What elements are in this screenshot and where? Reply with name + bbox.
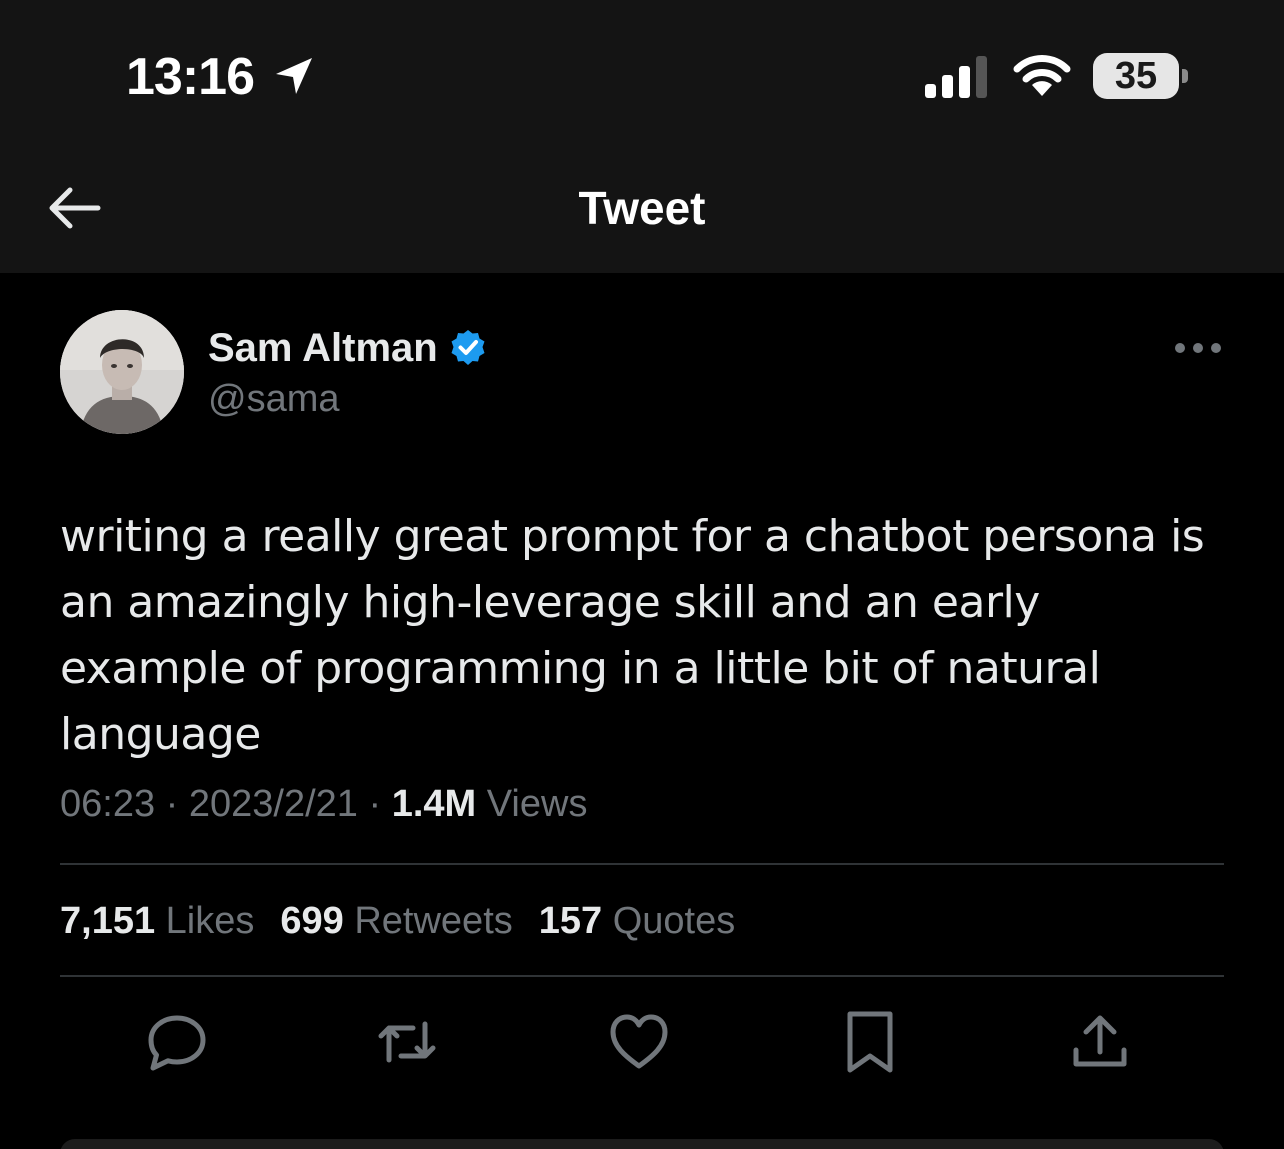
location-arrow-icon bbox=[276, 58, 312, 94]
avatar-photo bbox=[60, 310, 184, 434]
bookmark-button[interactable] bbox=[838, 1010, 902, 1074]
status-time: 13:16 bbox=[126, 48, 255, 106]
tweet-screen: 13:16 35 Tweet Sam Altman @sama writing … bbox=[0, 0, 1284, 1149]
retweet-button[interactable] bbox=[375, 1010, 439, 1074]
battery-icon: 35 bbox=[1093, 53, 1179, 99]
more-options-button[interactable] bbox=[1170, 330, 1226, 366]
meta-separator: · bbox=[368, 783, 382, 825]
quotes-stat[interactable]: 157 Quotes bbox=[539, 895, 736, 947]
avatar[interactable] bbox=[60, 310, 184, 434]
nav-header: Tweet bbox=[0, 145, 1284, 273]
like-icon bbox=[610, 1014, 668, 1069]
like-button[interactable] bbox=[607, 1010, 671, 1074]
tweet-time: 06:23 bbox=[60, 783, 156, 825]
likes-label: Likes bbox=[165, 900, 255, 942]
likes-count: 7,151 bbox=[60, 900, 156, 942]
page-title: Tweet bbox=[578, 182, 706, 234]
tweet-stats: 7,151 Likes 699 Retweets 157 Quotes bbox=[60, 895, 761, 947]
battery-nub bbox=[1182, 69, 1188, 83]
divider bbox=[60, 863, 1224, 865]
share-button[interactable] bbox=[1068, 1010, 1132, 1074]
reply-icon bbox=[148, 1015, 206, 1071]
tweet-timestamp-line: 06:23 · 2023/2/21 · 1.4M Views bbox=[60, 778, 587, 830]
bottom-sheet-edge bbox=[60, 1139, 1224, 1149]
views-label: Views bbox=[486, 783, 588, 825]
likes-stat[interactable]: 7,151 Likes bbox=[60, 895, 254, 947]
tweet-text: writing a really great prompt for a chat… bbox=[60, 511, 1205, 760]
author-handle[interactable]: @sama bbox=[208, 374, 340, 424]
battery-level: 35 bbox=[1114, 55, 1158, 97]
retweet-icon bbox=[378, 1021, 436, 1063]
retweets-count: 699 bbox=[280, 900, 344, 942]
wifi-icon bbox=[1013, 55, 1071, 96]
status-bar: 13:16 35 bbox=[0, 0, 1284, 145]
verified-badge-icon bbox=[451, 330, 485, 365]
quotes-label: Quotes bbox=[612, 900, 736, 942]
quotes-count: 157 bbox=[538, 900, 603, 942]
bookmark-icon bbox=[847, 1011, 893, 1073]
reply-button[interactable] bbox=[145, 1010, 209, 1074]
author-name[interactable]: Sam Altman bbox=[208, 320, 438, 376]
retweets-label: Retweets bbox=[354, 900, 513, 942]
signal-icon bbox=[925, 56, 987, 98]
retweets-stat[interactable]: 699 Retweets bbox=[280, 895, 512, 947]
divider bbox=[60, 975, 1224, 977]
share-icon bbox=[1073, 1015, 1127, 1067]
views-count: 1.4M bbox=[391, 783, 477, 825]
tweet-date: 2023/2/21 bbox=[188, 783, 358, 825]
author-name-row: Sam Altman bbox=[208, 320, 488, 376]
meta-separator: · bbox=[165, 783, 179, 825]
